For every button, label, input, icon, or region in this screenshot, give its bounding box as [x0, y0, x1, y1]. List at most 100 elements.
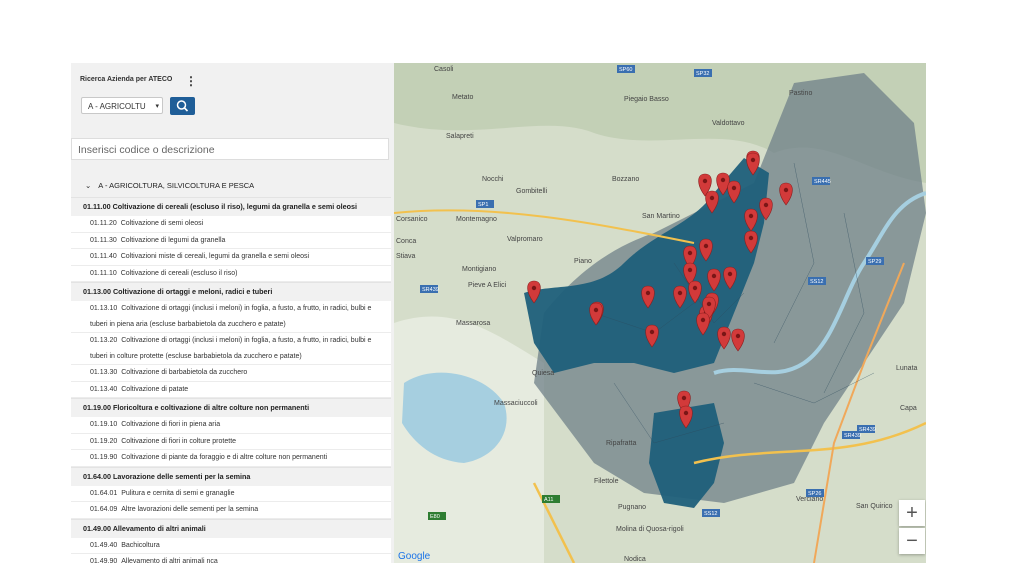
ateco-code: 01.19.90 — [90, 454, 118, 461]
map-place-label: Verciano — [796, 496, 823, 503]
map-place-label: Salapreti — [446, 133, 474, 140]
road-shield-label: E80 — [430, 514, 440, 520]
road-shield: E80 — [428, 512, 446, 520]
ateco-code: 01.19.10 — [90, 421, 118, 428]
ateco-code: 01.11.30 — [90, 236, 117, 244]
ateco-label: Bachicoltura — [121, 541, 160, 549]
map-canvas[interactable]: Casoli Metato Salapreti Piegaio Basso Valdot… — [394, 63, 926, 563]
road-shield: SS12 — [808, 277, 826, 285]
ateco-code: 01.13.40 — [90, 385, 118, 393]
map-place-label: Piano — [574, 258, 592, 265]
ateco-label: Coltivazione di fiori in colture protett… — [121, 437, 237, 445]
road-shield-label: SP60 — [619, 67, 632, 73]
ateco-label: Coltivazione di cereali (escluso il riso… — [120, 269, 238, 277]
map-place-label: San Martino — [642, 213, 680, 220]
map-place-label: Piegaio Basso — [624, 96, 669, 103]
ateco-item[interactable]: 01.11.30 Coltivazione di legumi da granel… — [71, 232, 391, 249]
ateco-item[interactable]: 01.64.09 Altre lavorazioni delle sementi … — [71, 502, 391, 519]
ateco-code: 01.19.20 — [90, 437, 118, 445]
ateco-code: 01.11.40 — [90, 253, 117, 260]
ateco-item[interactable]: 01.13.40 Coltivazione di patate — [71, 381, 391, 398]
more-options-icon[interactable]: ⋮ — [185, 74, 197, 88]
ateco-search-panel: Ricerca Azienda per ATECO ⋮ A - AGRICOLT… — [71, 63, 394, 563]
ateco-item[interactable]: 01.49.90 Allevamento di altri animali nca — [71, 554, 391, 563]
road-shield-label: SR439 — [859, 427, 876, 433]
ateco-label: Coltivazioni miste di cereali, legumi da… — [120, 253, 310, 260]
ateco-label: Coltivazione di barbabietola da zucchero — [121, 369, 248, 376]
road-shield: SR439 — [420, 285, 439, 293]
ateco-item[interactable]: 01.49.40 Bachicoltura — [71, 537, 391, 554]
search-button[interactable] — [170, 97, 195, 115]
road-shield-label: SP29 — [868, 259, 881, 265]
ateco-item[interactable]: 01.11.40 Coltivazioni miste di cereali, l… — [71, 249, 391, 266]
map-place-label: Nocchi — [482, 176, 504, 183]
chevron-down-icon: ▾ — [155, 103, 159, 110]
road-shield-label: SP32 — [696, 71, 709, 77]
road-shield-label: SP1 — [478, 202, 488, 208]
ateco-item[interactable]: 01.13.20 Coltivazione di ortaggi (inclusi… — [71, 333, 391, 365]
road-shield-label: SP26 — [808, 491, 821, 497]
ateco-label: Altre lavorazioni delle sementi per la s… — [121, 506, 259, 513]
road-shield: SR439 — [857, 425, 876, 433]
ateco-code: 01.49.90 — [90, 558, 118, 563]
road-shield: SP1 — [476, 200, 494, 208]
map-place-label: Capa — [900, 405, 917, 412]
ateco-label: Coltivazione di patate — [121, 385, 189, 393]
ateco-list: ⌄ A - AGRICOLTURA, SILVICOLTURA E PESCA 0… — [71, 175, 391, 563]
ateco-group[interactable]: 01.13.00 Coltivazione di ortaggi e melon… — [71, 282, 391, 301]
ateco-item[interactable]: 01.19.10 Coltivazione di fiori in piena a… — [71, 417, 391, 434]
google-attribution: Google — [398, 551, 431, 562]
code-search-input[interactable]: Inserisci codice o descrizione — [71, 138, 389, 160]
road-shield: SP60 — [617, 65, 635, 73]
ateco-group[interactable]: 01.19.00 Floricoltura e coltivazione di … — [71, 398, 391, 417]
ateco-code: 01.13.10 — [90, 305, 118, 312]
road-shield-label: SR439 — [844, 433, 861, 439]
ateco-label: Coltivazione di ortaggi (inclusi i melon… — [90, 305, 372, 328]
ateco-item[interactable]: 01.19.90 Coltivazione di piante da foragg… — [71, 450, 391, 467]
ateco-group[interactable]: 01.64.00 Lavorazione delle sementi per l… — [71, 466, 391, 486]
chevron-down-icon: ⌄ — [85, 181, 92, 190]
road-shield-label: A11 — [544, 497, 553, 503]
map-place-label: Valdottavo — [712, 120, 745, 127]
ateco-label: Coltivazione di semi oleosi — [120, 220, 204, 227]
map-place-label: Nodica — [624, 556, 646, 563]
search-icon — [176, 100, 189, 112]
section-heading-label: A - AGRICOLTURA, SILVICOLTURA E PESCA — [98, 181, 255, 190]
ateco-item[interactable]: 01.64.01 Pulitura e cernita di semi e gra… — [71, 485, 391, 502]
map-view[interactable]: Casoli Metato Salapreti Piegaio Basso Valdot… — [394, 63, 926, 563]
map-place-label: Stiava — [396, 253, 416, 260]
zoom-in-button[interactable]: + — [899, 500, 925, 526]
zoom-out-button[interactable]: − — [899, 528, 925, 554]
ateco-item[interactable]: 01.13.30 Coltivazione di barbabietola da … — [71, 365, 391, 382]
map-place-label: Bozzano — [612, 176, 639, 183]
ateco-group[interactable]: 01.11.00 Coltivazione di cereali (esclus… — [71, 197, 391, 216]
road-shield: SP26 — [806, 489, 824, 497]
ateco-item[interactable]: 01.11.10 Coltivazione di cereali (escluso… — [71, 265, 391, 282]
ateco-code: 01.64.09 — [90, 506, 118, 513]
map-place-label: Pugnano — [618, 504, 646, 511]
map-place-label: Filettole — [594, 478, 619, 485]
road-shield: SR445 — [812, 177, 831, 185]
road-shield: SP32 — [694, 69, 712, 77]
ateco-item[interactable]: 01.13.10 Coltivazione di ortaggi (inclusi… — [71, 301, 391, 333]
map-place-label: Molina di Quosa-rigoli — [616, 526, 684, 533]
ateco-code: 01.13.20 — [90, 337, 118, 344]
ateco-item[interactable]: 01.11.20 Coltivazione di semi oleosi — [71, 216, 391, 233]
ateco-code: 01.13.30 — [90, 369, 118, 376]
ateco-code: 01.49.40 — [90, 541, 118, 549]
map-place-label: Casoli — [434, 66, 454, 73]
ateco-item[interactable]: 01.19.20 Coltivazione di fiori in colture… — [71, 433, 391, 450]
road-shield: A11 — [542, 495, 560, 503]
map-place-label: Pieve A Elici — [468, 282, 507, 289]
section-select-value: A - AGRICOLTU — [88, 102, 146, 111]
section-heading[interactable]: ⌄ A - AGRICOLTURA, SILVICOLTURA E PESCA — [71, 175, 391, 197]
ateco-label: Pulitura e cernita di semi e granaglie — [121, 489, 235, 497]
road-shield: SP29 — [866, 257, 884, 265]
map-place-label: Montigiano — [462, 266, 496, 273]
section-select[interactable]: A - AGRICOLTU ▾ — [81, 97, 163, 114]
map-place-label: Lunata — [896, 365, 918, 372]
ateco-group[interactable]: 01.49.00 Allevamento di altri animali — [71, 518, 391, 538]
road-shield-label: SS12 — [810, 279, 823, 285]
ateco-label: Coltivazione di ortaggi (inclusi i melon… — [90, 337, 372, 360]
road-shield: SS12 — [702, 509, 720, 517]
